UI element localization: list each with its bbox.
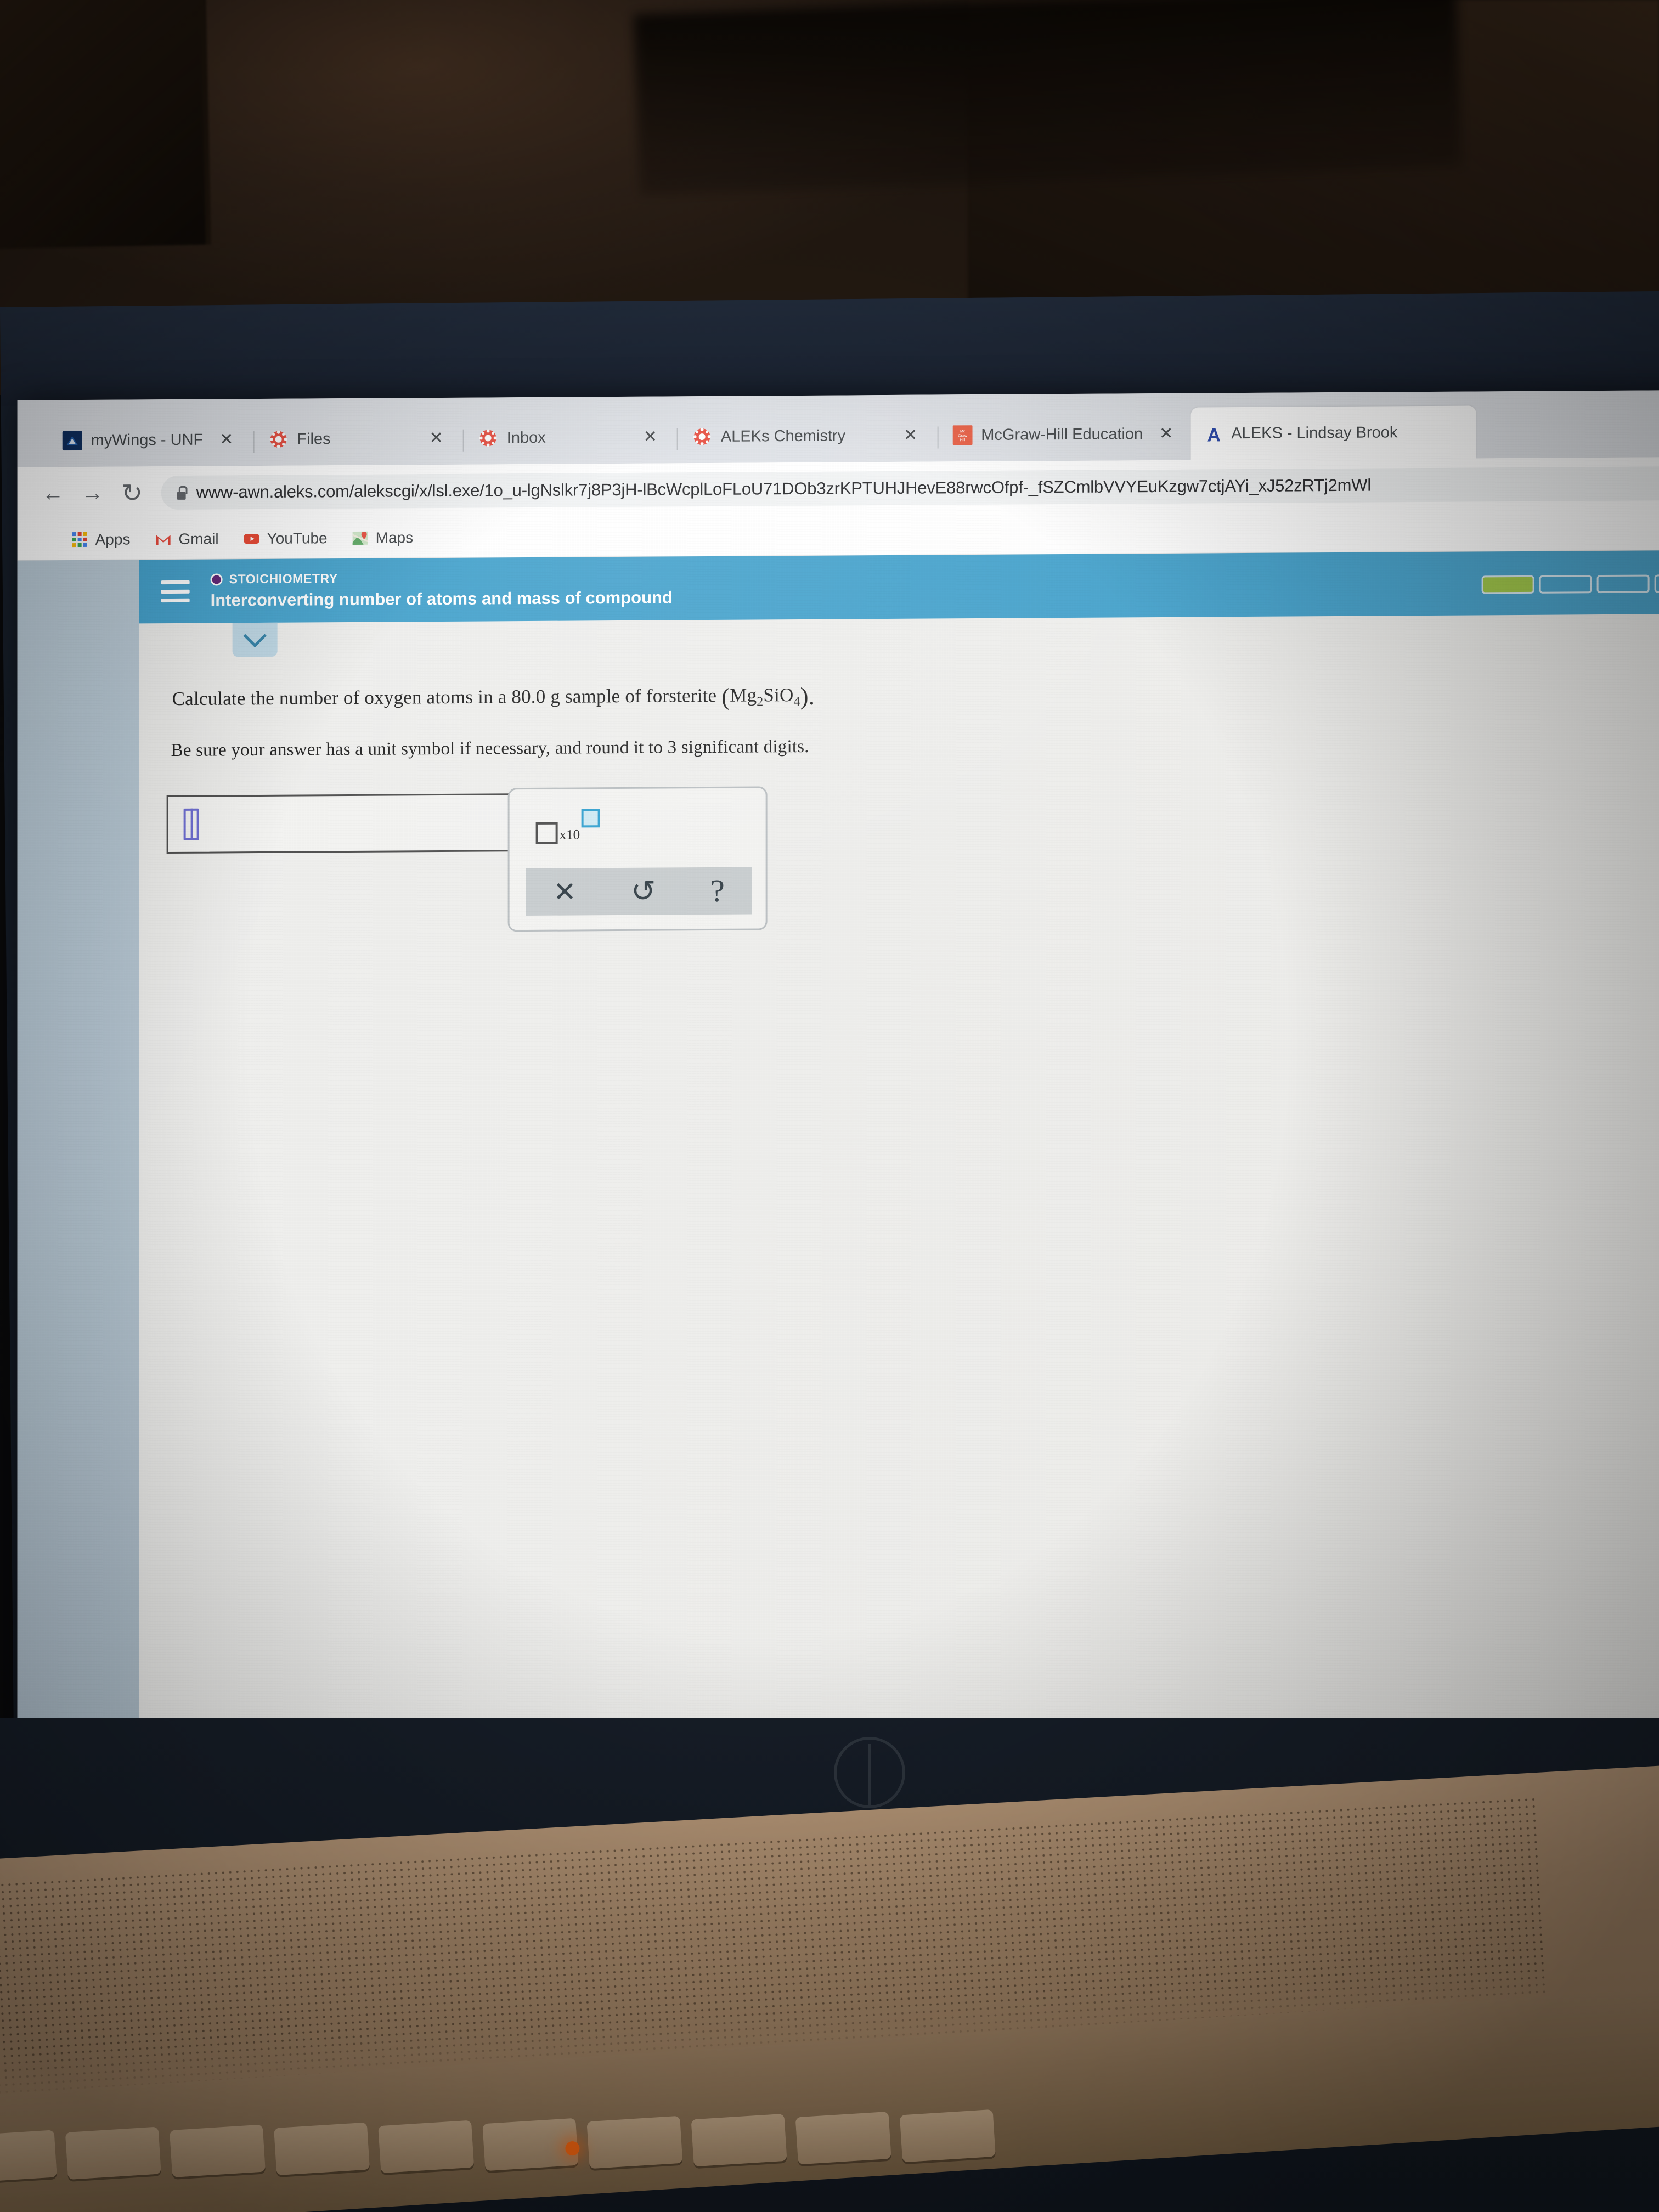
progress-segment [1539,575,1592,594]
progress-segment [1596,574,1650,594]
canvas-icon [268,430,288,449]
page-title: Interconverting number of atoms and mass… [210,588,673,610]
topic-label: STOICHIOMETRY [229,571,338,586]
chemical-formula: Mg2SiO4 [730,684,800,709]
svg-text:Graw: Graw [958,434,968,438]
browser-tab-files[interactable]: Files ✕ [256,412,460,466]
times-ten-label: x10 [559,827,580,843]
keyboard-key [795,2111,891,2165]
browser-tab-mcgraw-hill[interactable]: Mc Graw Hill McGraw-Hill Education ✕ [940,408,1190,462]
photo-scene: myWings - UNF ✕ Files ✕ Inbox ✕ ALEKs Ch… [0,0,1659,2212]
progress-segment [1654,574,1659,593]
youtube-icon [243,529,261,547]
keyboard-key [899,2109,996,2163]
bookmark-label: Maps [375,528,414,546]
tab-separator [462,429,464,452]
keyboard-key [482,2118,579,2171]
aleks-header-texts: STOICHIOMETRY Interconverting number of … [210,569,673,610]
aleks-topic: STOICHIOMETRY [210,569,673,586]
keyboard-key [169,2124,266,2178]
gmail-icon [154,530,172,548]
tab-title: myWings - UNF [91,431,204,449]
help-button[interactable]: ? [710,873,725,909]
screen-bezel-top [0,291,1659,406]
keyboard-key [0,2130,57,2183]
keyboard-key [378,2120,475,2174]
svg-text:A: A [1207,425,1221,445]
back-button[interactable]: ← [36,476,70,510]
bookmark-youtube[interactable]: YouTube [233,526,337,551]
keyboard-key [65,2126,161,2180]
wall-shadow [633,0,1463,196]
tab-title: ALEKs Chemistry [720,426,846,445]
lock-icon [176,486,188,500]
progress-segment-filled [1481,575,1534,594]
browser-tab-strip: myWings - UNF ✕ Files ✕ Inbox ✕ ALEKs Ch… [17,390,1659,467]
address-bar[interactable]: www-awn.aleks.com/alekscgi/x/lsl.exe/1o_… [161,466,1659,510]
canvas-icon [692,427,712,447]
clear-button[interactable]: ✕ [553,876,576,907]
tab-separator [676,428,678,450]
maps-icon [352,529,369,546]
keyboard-key [691,2113,787,2167]
laptop-lower-bezel [0,1718,1659,2212]
tab-title: Inbox [506,428,546,447]
formula-open-paren: ( [721,682,730,710]
tab-close-icon[interactable]: ✕ [896,426,925,444]
progress-indicator [1481,574,1659,594]
browser-tab-aleks-lindsay-brook[interactable]: A ALEKS - Lindsay Brook [1190,405,1476,460]
svg-text:Mc: Mc [960,430,966,433]
hamburger-menu-icon[interactable] [161,580,190,603]
svg-text:Hill: Hill [960,438,965,442]
exponent-placeholder-box [581,809,600,828]
question-line-1: Calculate the number of oxygen atoms in … [172,682,815,714]
answer-input[interactable] [166,793,511,854]
bookmark-label: Gmail [178,529,219,548]
tab-close-icon[interactable]: ✕ [212,430,241,448]
base-placeholder-box [535,822,558,844]
topic-status-dot [210,573,223,586]
tab-title: ALEKS - Lindsay Brook [1231,423,1398,442]
chevron-down-icon [243,624,267,648]
browser-tab-inbox[interactable]: Inbox ✕ [466,410,675,464]
tab-close-icon[interactable]: ✕ [1152,425,1181,443]
keyboard-key [586,2115,683,2169]
keyboard-key [274,2122,370,2176]
apps-grid-icon [71,531,89,548]
formula-close-paren: ). [800,682,815,710]
address-bar-url: www-awn.aleks.com/alekscgi/x/lsl.exe/1o_… [196,475,1372,502]
unf-icon [62,431,82,451]
math-tool-palette: x10 ✕ ↺ ? [507,786,768,932]
tab-close-icon[interactable]: ✕ [422,429,451,447]
browser-tab-mywings[interactable]: myWings - UNF ✕ [50,413,251,467]
collapse-header-button[interactable] [232,622,278,657]
undo-button[interactable]: ↺ [631,875,656,908]
text-caret-icon [183,808,199,840]
canvas-icon [478,428,498,448]
bookmark-apps[interactable]: Apps [61,527,140,552]
wall-picture-frame [0,0,211,250]
browser-toolbar: ← → ↻ www-awn.aleks.com/alekscgi/x/lsl.e… [17,456,1659,520]
scientific-notation-button[interactable]: x10 [535,809,600,844]
aleks-header-bar: STOICHIOMETRY Interconverting number of … [139,550,1659,624]
mcgraw-hill-icon: Mc Graw Hill [952,425,973,445]
tab-title: Files [297,430,331,448]
aleks-a-icon: A [1203,424,1222,445]
reload-button[interactable]: ↻ [115,476,149,510]
tab-separator [253,431,255,453]
forward-button[interactable]: → [76,476,110,510]
tab-separator [937,426,939,449]
palette-action-row: ✕ ↺ ? [526,867,752,916]
bookmark-label: YouTube [267,529,328,547]
question-text-pre: Calculate the number of oxygen atoms in … [172,685,722,710]
question-line-2: Be sure your answer has a unit symbol if… [171,736,809,760]
bookmark-gmail[interactable]: Gmail [144,527,228,551]
browser-tab-aleks-chemistry[interactable]: ALEKs Chemistry ✕ [680,409,935,463]
bookmark-label: Apps [95,530,131,548]
tab-close-icon[interactable]: ✕ [636,428,665,446]
hp-logo [834,1737,905,1808]
tab-title: McGraw-Hill Education [981,425,1143,444]
bookmark-maps[interactable]: Maps [342,526,423,550]
